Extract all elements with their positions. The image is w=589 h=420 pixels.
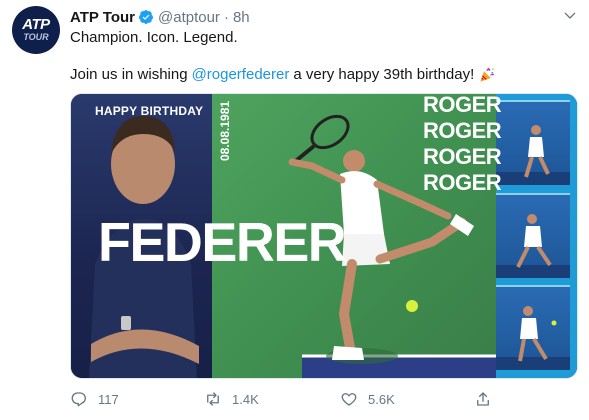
- roger-repeat-text: ROGER ROGER ROGER ROGER: [423, 93, 502, 196]
- retweet-icon: [207, 392, 219, 406]
- roger-text: ROGER: [423, 170, 502, 195]
- chevron-down-icon[interactable]: [562, 8, 578, 24]
- timestamp[interactable]: 8h: [233, 9, 250, 26]
- sequence-photo-1: [496, 100, 570, 185]
- retweet-count: 1.4K: [232, 391, 259, 407]
- avatar-logo-text: ATP: [22, 16, 50, 33]
- happy-birthday-label: HAPPY BIRTHDAY: [95, 104, 204, 118]
- share-button[interactable]: [474, 390, 502, 408]
- surname-headline: FEDERER: [98, 211, 347, 273]
- reply-count: 117: [98, 391, 119, 407]
- birth-date-label: 08.08.1981: [218, 100, 232, 161]
- tweet-actions: 117 1.4K 5.6K: [70, 390, 578, 414]
- tweet-header: ATP Tour @atptour · 8h: [70, 7, 250, 27]
- party-popper-icon: [480, 67, 495, 82]
- avatar[interactable]: ATP TOUR: [12, 6, 60, 54]
- share-icon: [477, 392, 489, 406]
- like-icon: [341, 393, 357, 406]
- like-count: 5.6K: [368, 391, 395, 407]
- verified-badge-icon: [139, 10, 154, 24]
- avatar-logo-subtext: TOUR: [23, 32, 49, 42]
- tweet-text-before-mention: Join us in wishing: [70, 66, 188, 83]
- reply-icon: [71, 392, 86, 407]
- sequence-photo-3: [496, 285, 570, 370]
- like-button[interactable]: 5.6K: [340, 390, 395, 408]
- roger-text: ROGER: [423, 118, 502, 143]
- tweet-text-line-1: Champion. Icon. Legend.: [70, 29, 238, 46]
- sequence-photo-2: [496, 193, 570, 278]
- tweet-media-image[interactable]: HAPPY BIRTHDAY 08.08.1981 FEDERER ROGER …: [70, 93, 578, 379]
- tweet-text-line-2: Join us in wishing @rogerfederer a very …: [70, 65, 496, 85]
- tweet-text-after-mention: a very happy 39th birthday!: [293, 66, 475, 83]
- retweet-button[interactable]: 1.4K: [204, 390, 259, 408]
- mention-link[interactable]: @rogerfederer: [192, 65, 290, 85]
- roger-text: ROGER: [423, 93, 502, 117]
- separator: ·: [223, 8, 229, 26]
- tweet: ATP TOUR ATP Tour @atptour · 8h Champion…: [0, 0, 589, 420]
- reply-button[interactable]: 117: [70, 390, 119, 408]
- roger-text: ROGER: [423, 144, 502, 169]
- display-name[interactable]: ATP Tour: [70, 9, 135, 26]
- handle[interactable]: @atptour: [158, 9, 220, 26]
